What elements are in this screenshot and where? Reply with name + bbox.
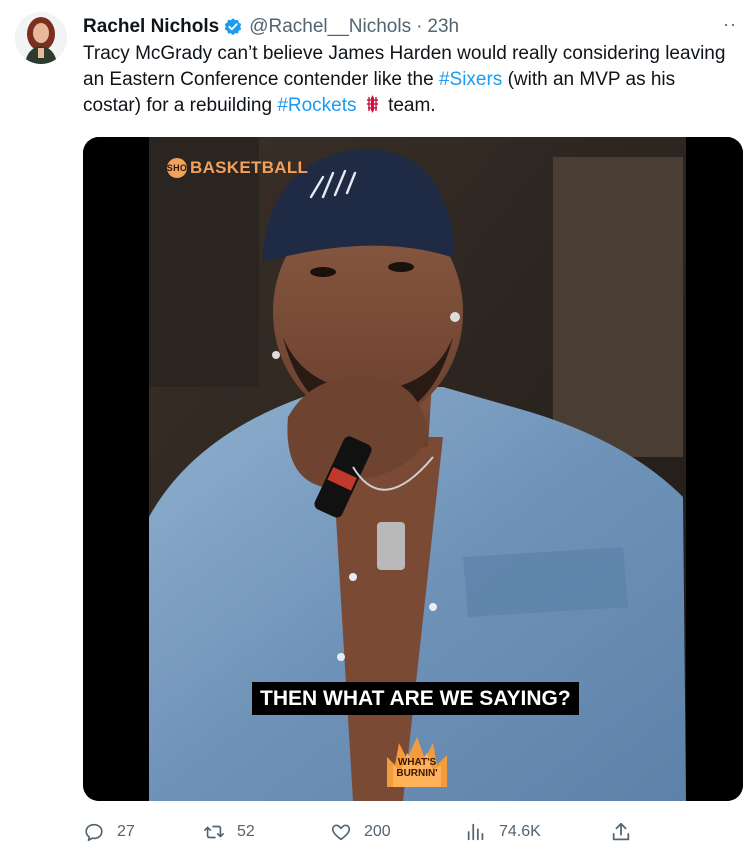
- retweet-count: 52: [237, 823, 255, 840]
- hashtag-rockets[interactable]: #Rockets: [277, 95, 356, 116]
- author-handle[interactable]: @Rachel__Nichols: [249, 16, 411, 38]
- share-button[interactable]: [610, 815, 644, 849]
- reply-count: 27: [117, 823, 135, 840]
- avatar[interactable]: [15, 12, 67, 64]
- reply-button[interactable]: 27: [83, 815, 135, 849]
- verified-badge-icon: [223, 17, 243, 37]
- video-caption: THEN WHAT ARE WE SAYING?: [252, 682, 579, 715]
- separator-dot: ·: [416, 16, 423, 37]
- sho-badge: SHO: [167, 158, 187, 178]
- tweet-text: Tracy McGrady can’t believe James Harden…: [83, 41, 738, 119]
- burnin-line2: BURNIN': [396, 768, 438, 779]
- views-count: 74.6K: [499, 823, 541, 840]
- rockets-emoji-icon: [364, 95, 381, 113]
- like-icon: [331, 824, 351, 841]
- share-icon: [612, 822, 630, 841]
- whats-burnin-text: WHAT'S BURNIN': [383, 757, 451, 779]
- like-button[interactable]: 200: [330, 815, 391, 849]
- more-icon[interactable]: ··: [723, 14, 737, 35]
- video-media[interactable]: SHO BASKETBALL THEN WHAT ARE WE SAYING? …: [83, 137, 743, 801]
- tweet-header: Rachel Nichols @Rachel__Nichols · 23h: [83, 14, 743, 40]
- burnin-line1: WHAT'S: [397, 757, 437, 768]
- retweet-icon: [204, 825, 224, 839]
- tweet-text-part: team.: [382, 95, 436, 116]
- views-button[interactable]: 74.6K: [465, 815, 541, 849]
- retweet-button[interactable]: 52: [203, 815, 255, 849]
- timestamp[interactable]: 23h: [427, 16, 459, 38]
- action-bar: 27 52 200 74.6K: [83, 815, 743, 849]
- like-count: 200: [364, 823, 391, 840]
- reply-icon: [85, 823, 103, 842]
- hashtag-sixers[interactable]: #Sixers: [439, 69, 502, 90]
- views-icon: [467, 823, 484, 841]
- showtime-basketball-logo: SHO BASKETBALL: [167, 158, 308, 178]
- author-name[interactable]: Rachel Nichols: [83, 16, 219, 38]
- brand-text: BASKETBALL: [190, 158, 309, 177]
